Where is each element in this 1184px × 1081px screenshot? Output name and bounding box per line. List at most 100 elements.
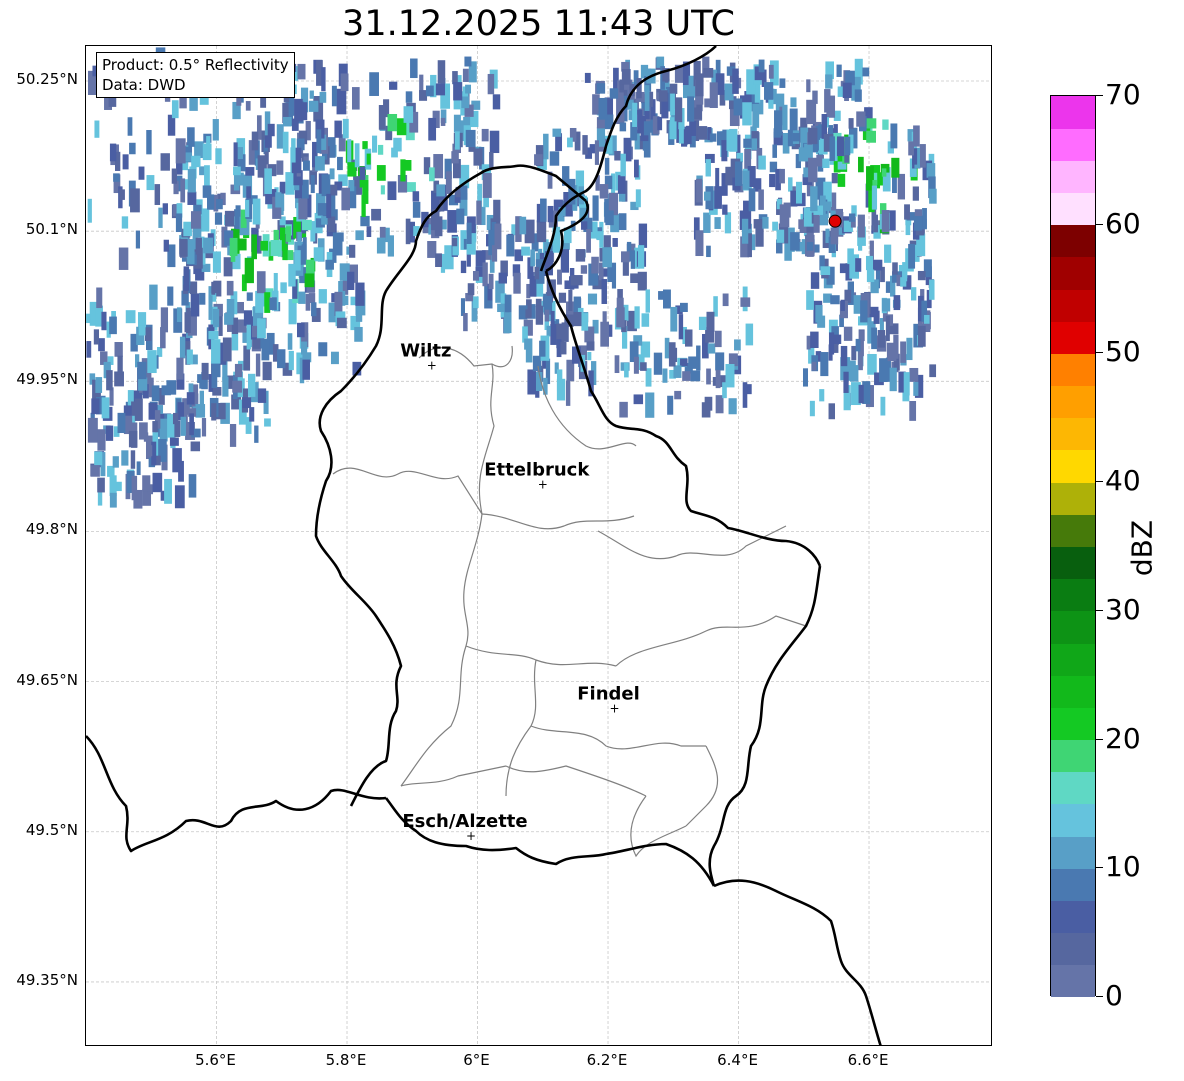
radar-echo-cell (843, 326, 853, 341)
radar-echo-cell (236, 147, 243, 160)
radar-echo-cell (372, 135, 378, 153)
colorbar-segment (1051, 578, 1095, 612)
radar-echo-cell (360, 215, 370, 227)
radar-echo-cell (535, 298, 542, 307)
colorbar-segment (1051, 289, 1095, 322)
radar-echo-cell (810, 272, 820, 289)
radar-echo-cell (245, 101, 251, 111)
longitude-tick-label: 6.2°E (586, 1051, 628, 1069)
colorbar-segment (1051, 224, 1095, 258)
radar-echo-cell (282, 243, 288, 261)
radar-echo-cell (602, 311, 607, 334)
colorbar-segment (1051, 417, 1095, 451)
radar-echo-cell (318, 342, 328, 357)
radar-echo-cell (264, 135, 272, 148)
radar-echo-cell (706, 245, 711, 258)
radar-echo-cell (101, 311, 107, 331)
radar-echo-cell (359, 166, 366, 180)
radar-echo-cell (638, 223, 648, 248)
radar-echo-cell (255, 290, 264, 313)
radar-echo-cell (524, 338, 529, 350)
radar-echo-cell (619, 401, 628, 418)
radar-echo-cell (822, 158, 830, 169)
radar-echo-cell (371, 208, 382, 221)
radar-echoes (86, 47, 937, 509)
radar-echo-cell (810, 331, 819, 349)
radar-echo-cell (587, 293, 598, 305)
radar-echo-cell (830, 227, 839, 245)
colorbar-tick-label: 50 (1105, 335, 1141, 369)
radar-echo-cell (567, 137, 573, 148)
radar-echo-cell (291, 118, 299, 131)
radar-echo-cell (806, 99, 817, 125)
radar-echo-cell (892, 262, 898, 275)
radar-echo-cell (741, 218, 749, 244)
radar-echo-cell (560, 249, 570, 273)
radar-echo-cell (742, 382, 748, 408)
radar-echo-cell (466, 222, 472, 244)
radar-echo-cell (891, 157, 900, 178)
radar-echo-cell (893, 295, 901, 311)
radar-echo-cell (742, 170, 750, 190)
radar-echo-cell (724, 212, 732, 234)
radar-echo-cell (437, 60, 446, 84)
radar-echo-cell (436, 184, 446, 197)
radar-echo-cell (256, 271, 266, 294)
radar-echo-cell (118, 247, 129, 270)
radar-echo-cell (707, 343, 716, 354)
radar-echo-cell (200, 208, 210, 232)
colorbar-tick-label: 30 (1105, 592, 1141, 626)
radar-echo-cell (264, 168, 272, 194)
colorbar-segment (1051, 353, 1095, 387)
radar-echo-cell (705, 159, 711, 177)
radar-echo-cell (776, 229, 785, 243)
radar-echo-cell (296, 322, 305, 338)
radar-echo-cell (318, 289, 327, 304)
radar-echo-cell (334, 120, 342, 138)
radar-echo-cell (435, 83, 446, 96)
radar-echo-cell (833, 334, 842, 344)
radar-echo-cell (488, 273, 494, 290)
radar-map-panel[interactable]: + Wiltz + Ettelbruck + Findel + Esch/Alzette Pr… (85, 45, 992, 1046)
colorbar-segment (1051, 643, 1095, 676)
radar-echo-cell (377, 144, 384, 155)
radar-echo-cell (347, 139, 352, 165)
colorbar-tick-label: 10 (1105, 850, 1141, 884)
radar-echo-cell (179, 238, 188, 257)
radar-echo-cell (419, 74, 424, 93)
radar-echo-cell (532, 355, 542, 372)
radar-echo-cell (848, 213, 856, 222)
radar-site-marker[interactable] (828, 214, 842, 228)
radar-echo-cell (366, 153, 371, 165)
colorbar-tick-label: 60 (1105, 206, 1141, 240)
radar-echo-cell (769, 173, 776, 188)
colorbar (1050, 95, 1096, 998)
radar-echo-cell (598, 97, 608, 120)
radar-echo-cell (298, 198, 308, 220)
radar-echo-cell (715, 167, 720, 194)
radar-echo-cell (871, 185, 878, 210)
city-label: Findel (577, 684, 640, 705)
radar-echo-cell (903, 372, 910, 396)
radar-echo-cell (186, 239, 195, 264)
radar-echo-cell (270, 239, 279, 257)
radar-echo-cell (171, 100, 179, 119)
radar-echo-cell (94, 451, 103, 466)
radar-echo-cell (211, 339, 221, 364)
radar-echo-cell (302, 359, 310, 380)
radar-echo-cell (142, 475, 151, 492)
radar-echo-cell (453, 114, 461, 133)
radar-echo-cell (337, 156, 343, 171)
radar-echo-cell (674, 97, 683, 123)
radar-echo-cell (154, 184, 161, 205)
colorbar-tick-label: 0 (1105, 979, 1123, 1012)
radar-echo-cell (897, 173, 906, 200)
radar-echo-cell (86, 313, 91, 324)
radar-echo-cell (277, 240, 282, 257)
radar-echo-cell (547, 205, 554, 223)
radar-echo-cell (267, 123, 275, 137)
radar-echo-cell (630, 273, 639, 284)
radar-echo-cell (451, 151, 459, 164)
radar-echo-cell (96, 287, 103, 309)
radar-echo-cell (912, 186, 919, 201)
